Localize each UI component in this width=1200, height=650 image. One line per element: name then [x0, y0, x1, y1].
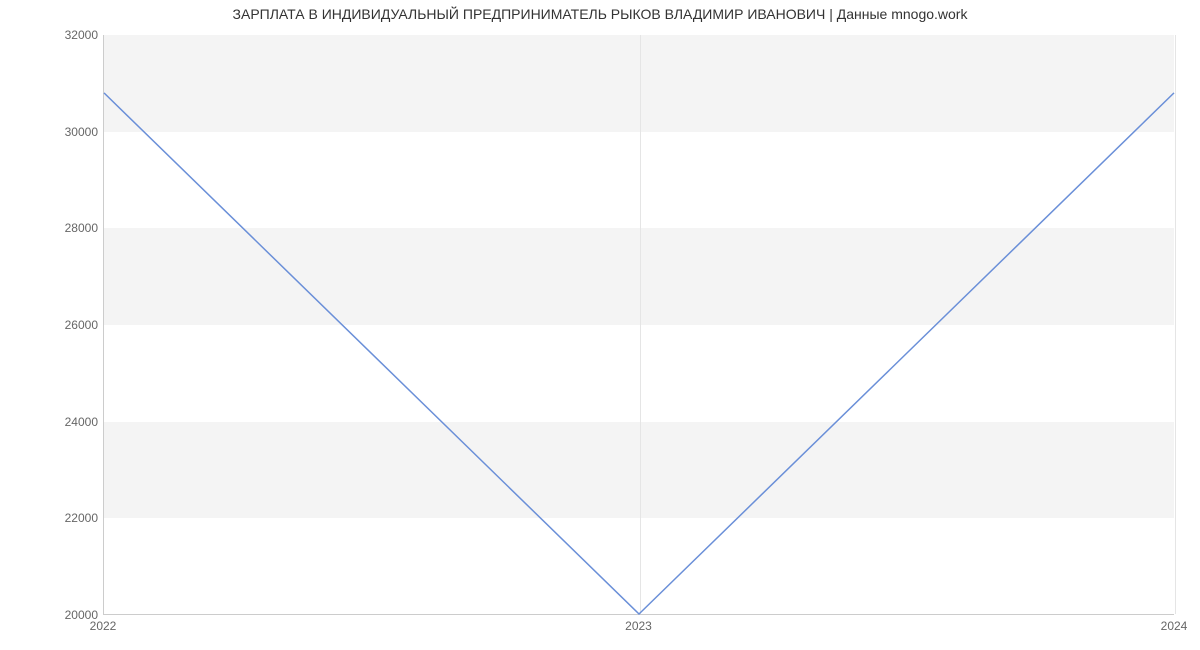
data-line: [104, 35, 1174, 614]
y-tick-label: 30000: [60, 125, 98, 139]
x-tick-label: 2024: [1161, 619, 1188, 633]
x-tick-label: 2023: [625, 619, 652, 633]
y-tick-label: 24000: [60, 415, 98, 429]
y-tick-label: 28000: [60, 221, 98, 235]
v-gridline: [1175, 35, 1176, 614]
line-chart: ЗАРПЛАТА В ИНДИВИДУАЛЬНЫЙ ПРЕДПРИНИМАТЕЛ…: [0, 0, 1200, 650]
chart-title: ЗАРПЛАТА В ИНДИВИДУАЛЬНЫЙ ПРЕДПРИНИМАТЕЛ…: [0, 6, 1200, 22]
y-tick-label: 22000: [60, 511, 98, 525]
y-tick-label: 26000: [60, 318, 98, 332]
plot-area: [103, 35, 1174, 615]
y-tick-label: 32000: [60, 28, 98, 42]
x-tick-label: 2022: [90, 619, 117, 633]
